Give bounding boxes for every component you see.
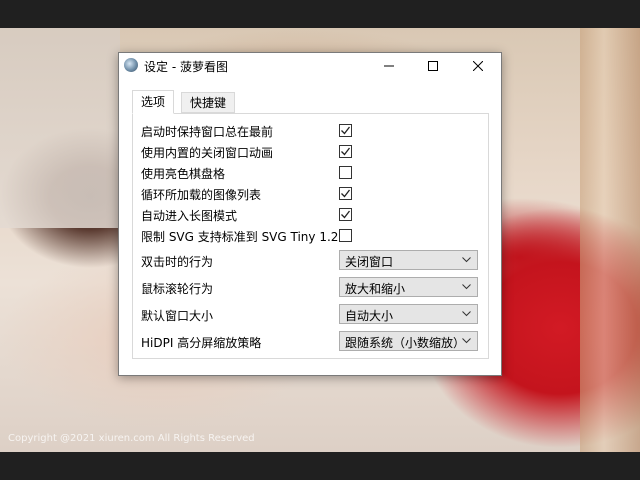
checkbox-always-on-top[interactable] [339,124,352,137]
app-icon [124,58,138,72]
photo-frame-area [580,28,640,452]
select-value: 关闭窗口 [345,255,394,269]
chevron-down-icon [462,284,471,290]
close-icon [473,61,483,71]
copyright-watermark: Copyright @2021 xiuren.com All Rights Re… [8,433,255,444]
checkbox-label: 使用亮色棋盘格 [141,167,226,181]
select-label: 鼠标滚轮行为 [141,282,214,296]
select-value: 自动大小 [345,309,394,323]
photo-wall-area [0,28,120,228]
chevron-down-icon [462,311,471,317]
maximize-icon [428,61,438,71]
select-value: 跟随系统（小数缩放） [345,336,466,350]
chevron-down-icon [462,257,471,263]
checkbox-label: 使用内置的关闭窗口动画 [141,146,274,160]
checkbox-label: 循环所加载的图像列表 [141,188,262,202]
checkbox-loop-image-list[interactable] [339,187,352,200]
checkbox-light-checkerboard[interactable] [339,166,352,179]
checkbox-label: 限制 SVG 支持标准到 SVG Tiny 1.2 [141,230,339,244]
minimize-button[interactable] [367,53,411,79]
minimize-icon [384,65,394,67]
viewer-bottom-bar [0,452,640,480]
checkmark-icon [341,210,351,219]
checkmark-icon [341,126,351,135]
select-label: HiDPI 高分屏缩放策略 [141,336,262,350]
checkbox-close-animation[interactable] [339,145,352,158]
settings-dialog: 设定 - 菠萝看图 选项 快捷键 启动时保持窗口总在最前 使用内置的关闭窗口动画… [118,52,502,376]
checkbox-label: 自动进入长图模式 [141,209,238,223]
maximize-button[interactable] [411,53,455,79]
checkbox-label: 启动时保持窗口总在最前 [141,125,274,139]
viewer-top-bar [0,0,640,28]
default-window-size-select[interactable]: 自动大小 [339,304,478,324]
tab-shortcuts[interactable]: 快捷键 [181,92,236,113]
close-button[interactable] [456,53,500,79]
tab-options[interactable]: 选项 [132,90,175,114]
checkmark-icon [341,147,351,156]
chevron-down-icon [462,338,471,344]
checkbox-svg-tiny[interactable] [339,229,352,242]
title-bar[interactable]: 设定 - 菠萝看图 [119,53,501,79]
hidpi-scaling-select[interactable]: 跟随系统（小数缩放） [339,331,478,351]
double-click-action-select[interactable]: 关闭窗口 [339,250,478,270]
mouse-wheel-action-select[interactable]: 放大和缩小 [339,277,478,297]
checkbox-long-image-mode[interactable] [339,208,352,221]
window-title: 设定 - 菠萝看图 [144,60,228,74]
checkmark-icon [341,189,351,198]
select-value: 放大和缩小 [345,282,406,296]
select-label: 双击时的行为 [141,255,214,269]
select-label: 默认窗口大小 [141,309,214,323]
